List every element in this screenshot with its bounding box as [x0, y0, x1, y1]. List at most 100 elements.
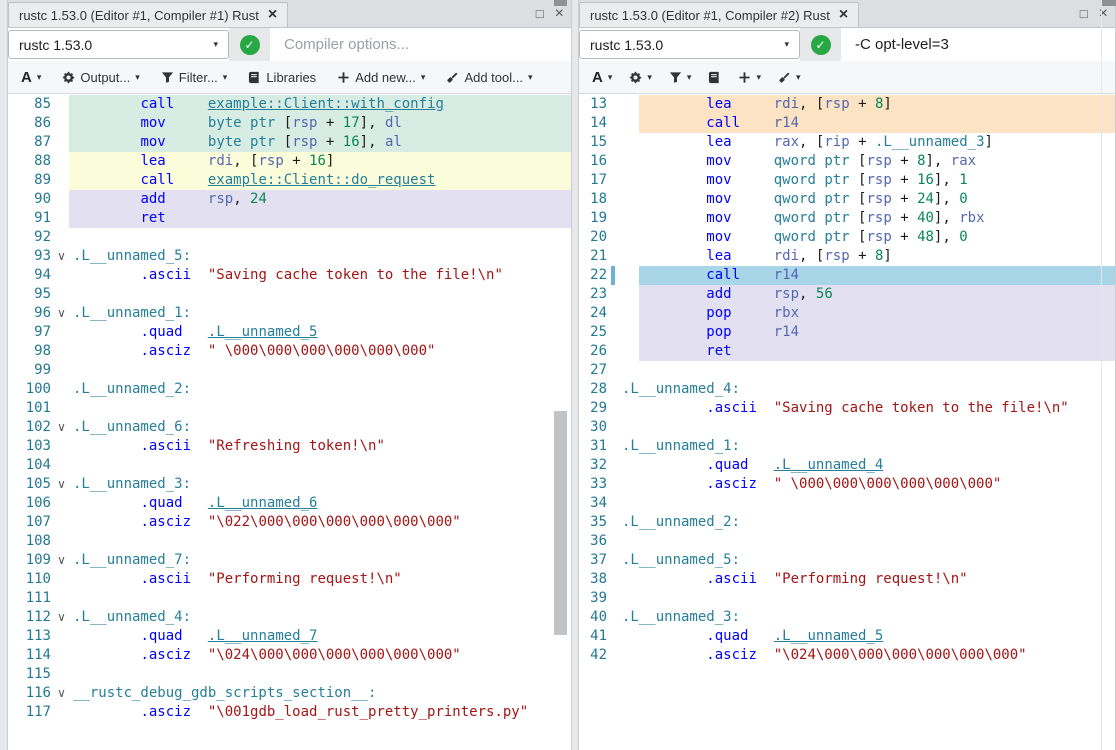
chevron-down-icon: ▾: [796, 72, 801, 83]
code-line: 100.L__unnamed_2:: [8, 380, 571, 399]
line-number: 112: [8, 608, 51, 627]
line-number: 116: [8, 684, 51, 703]
font-size-button[interactable]: A ▾: [21, 69, 41, 86]
asm-label-link[interactable]: .L__unnamed_4: [774, 457, 884, 473]
tab-compiler-1[interactable]: rustc 1.53.0 (Editor #1, Compiler #1) Ru…: [8, 2, 288, 27]
line-number: 15: [579, 133, 607, 152]
asm-label-link[interactable]: .L__unnamed_6: [208, 495, 318, 511]
code-line: 25 pop r14: [579, 323, 1115, 342]
add-new-button[interactable]: Add new... ▾: [337, 70, 425, 85]
code-line: 96∨.L__unnamed_1:: [8, 304, 571, 323]
compiler-options-input[interactable]: [271, 29, 570, 60]
code-line: 28.L__unnamed_4:: [579, 380, 1115, 399]
code-line: 90 add rsp, 24: [8, 190, 571, 209]
output-button[interactable]: Output... ▾: [62, 70, 139, 85]
fold-chevron-icon[interactable]: ∨: [54, 247, 69, 266]
code-line: 95: [8, 285, 571, 304]
fold-chevron-icon[interactable]: ∨: [54, 551, 69, 570]
assembly-editor[interactable]: 85 call example::Client::with_config86 m…: [8, 94, 571, 750]
line-number: 100: [8, 380, 51, 399]
code-line: 39: [579, 589, 1115, 608]
tab-title: rustc 1.53.0 (Editor #1, Compiler #2) Ru…: [590, 8, 830, 23]
compile-ok-icon: ✓: [811, 35, 831, 55]
pane-header: rustc 1.53.0 (Editor #1, Compiler #2) Ru…: [579, 0, 1115, 28]
fold-chevron-icon[interactable]: ∨: [54, 608, 69, 627]
fold-chevron-icon[interactable]: ∨: [54, 684, 69, 703]
output-button[interactable]: ▾: [629, 71, 652, 84]
line-number: 18: [579, 190, 607, 209]
line-number: 41: [579, 627, 607, 646]
code-line: 105∨.L__unnamed_3:: [8, 475, 571, 494]
chevron-down-icon: ▾: [135, 72, 140, 83]
code-line: 87 mov byte ptr [rsp + 16], al: [8, 133, 571, 152]
code-line: 34: [579, 494, 1115, 513]
assembly-editor[interactable]: 13 lea rdi, [rsp + 8]14 call r1415 lea r…: [579, 94, 1115, 750]
line-number: 102: [8, 418, 51, 437]
code-line: 93∨.L__unnamed_5:: [8, 247, 571, 266]
code-line: 38 .ascii "Performing request!\n": [579, 570, 1115, 589]
line-number: 14: [579, 114, 607, 133]
filter-button[interactable]: Filter... ▾: [161, 70, 228, 85]
asm-label-link[interactable]: .L__unnamed_7: [208, 628, 318, 644]
code-line: 27: [579, 361, 1115, 380]
scrollbar-thumb[interactable]: [554, 411, 567, 635]
code-line: 16 mov qword ptr [rsp + 8], rax: [579, 152, 1115, 171]
line-number: 109: [8, 551, 51, 570]
plus-icon: [337, 71, 350, 84]
code-line: 91 ret: [8, 209, 571, 228]
maximize-icon[interactable]: □: [536, 6, 544, 21]
line-number: 32: [579, 456, 607, 475]
tab-close-icon[interactable]: ×: [839, 7, 848, 23]
asm-label-link[interactable]: example::Client::with_config: [208, 96, 444, 112]
add-new-button[interactable]: ▾: [738, 71, 761, 84]
compiler-select[interactable]: rustc 1.53.0 ▾: [579, 30, 800, 59]
tab-compiler-2[interactable]: rustc 1.53.0 (Editor #1, Compiler #2) Ru…: [579, 2, 859, 27]
line-number: 33: [579, 475, 607, 494]
code-line: 98 .asciz " \000\000\000\000\000\000": [8, 342, 571, 361]
asm-label-link[interactable]: .L__unnamed_5: [774, 628, 884, 644]
line-number: 86: [8, 114, 51, 133]
asm-label-link[interactable]: example::Client::do_request: [208, 172, 436, 188]
maximize-icon[interactable]: □: [1080, 6, 1088, 21]
font-size-button[interactable]: A ▾: [592, 69, 612, 86]
libraries-button[interactable]: [708, 71, 721, 84]
fold-chevron-icon[interactable]: ∨: [54, 304, 69, 323]
add-tool-button[interactable]: ▾: [778, 71, 801, 84]
compiler-select[interactable]: rustc 1.53.0 ▾: [8, 30, 229, 59]
chevron-down-icon: ▾: [784, 39, 789, 50]
vertical-scrollbar[interactable]: [554, 0, 567, 750]
compiler-pane-1: rustc 1.53.0 (Editor #1, Compiler #1) Ru…: [7, 0, 572, 750]
asm-label-link[interactable]: .L__unnamed_5: [208, 324, 318, 340]
fold-chevron-icon[interactable]: ∨: [54, 475, 69, 494]
code-line: 107 .asciz "\022\000\000\000\000\000\000…: [8, 513, 571, 532]
plus-icon: [738, 71, 751, 84]
code-line: 109∨.L__unnamed_7:: [8, 551, 571, 570]
add-tool-button[interactable]: Add tool... ▾: [446, 70, 532, 85]
code-line: 102∨.L__unnamed_6:: [8, 418, 571, 437]
line-number: 42: [579, 646, 607, 665]
filter-button[interactable]: ▾: [669, 71, 692, 84]
chevron-down-icon: ▾: [223, 72, 228, 83]
line-number: 104: [8, 456, 51, 475]
compiler-options-input[interactable]: [842, 29, 1114, 60]
cursor-marker: [611, 266, 615, 285]
code-line: 86 mov byte ptr [rsp + 17], dl: [8, 114, 571, 133]
code-line: 13 lea rdi, [rsp + 8]: [579, 95, 1115, 114]
line-number: 94: [8, 266, 51, 285]
code-line: 33 .asciz " \000\000\000\000\000\000": [579, 475, 1115, 494]
libraries-button[interactable]: Libraries: [248, 70, 316, 85]
line-number: 25: [579, 323, 607, 342]
book-icon: [708, 71, 721, 84]
line-number: 111: [8, 589, 51, 608]
code-line: 94 .ascii "Saving cache token to the fil…: [8, 266, 571, 285]
line-number: 89: [8, 171, 51, 190]
vertical-scrollbar[interactable]: [1101, 0, 1115, 750]
code-line: 108: [8, 532, 571, 551]
tab-close-icon[interactable]: ×: [268, 7, 277, 23]
line-number: 87: [8, 133, 51, 152]
line-number: 97: [8, 323, 51, 342]
code-line: 35.L__unnamed_2:: [579, 513, 1115, 532]
fold-chevron-icon[interactable]: ∨: [54, 418, 69, 437]
code-line: 106 .quad .L__unnamed_6: [8, 494, 571, 513]
line-number: 34: [579, 494, 607, 513]
